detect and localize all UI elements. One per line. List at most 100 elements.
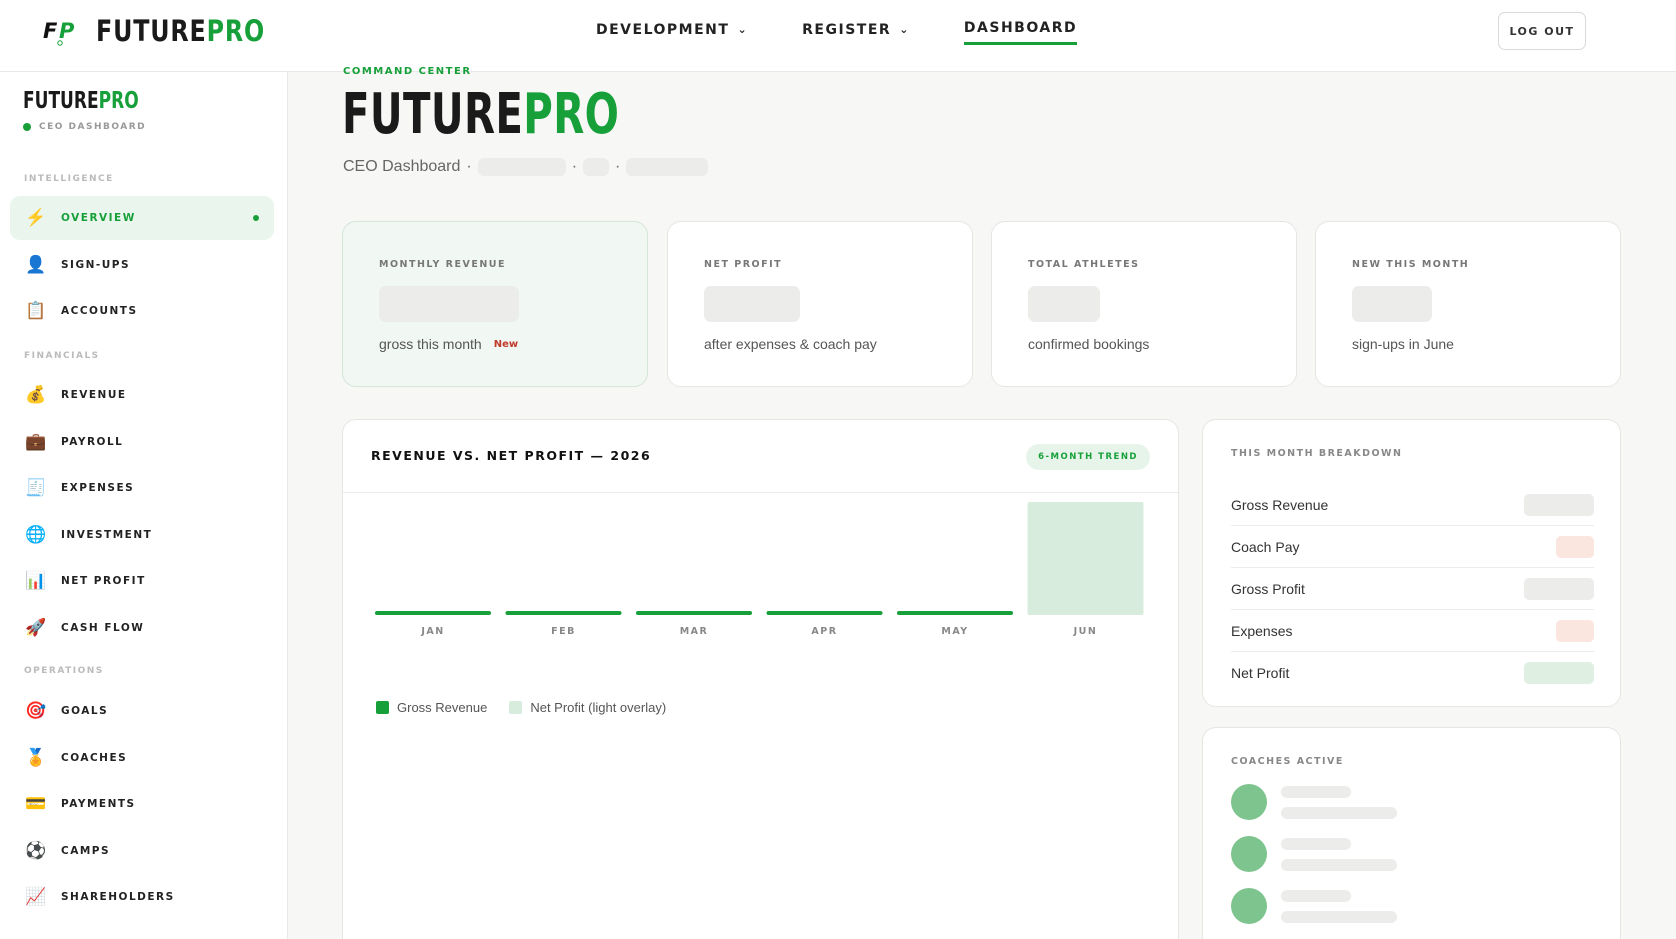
sidebar-item-label: PAYMENTS — [61, 798, 136, 810]
sidebar-brand-subtitle: CEO DASHBOARD — [23, 122, 146, 132]
sidebar-brand-sub-label: CEO DASHBOARD — [39, 122, 147, 132]
bar-net-jun[interactable] — [1027, 502, 1144, 615]
stat-label: MONTHLY REVENUE — [379, 259, 506, 270]
sidebar-brand-accent: PRO — [98, 88, 139, 114]
page-title-accent: PRO — [523, 82, 620, 147]
sidebar-item-label: COACHES — [61, 751, 128, 764]
rocket-icon: 🚀 — [25, 617, 47, 637]
sidebar-item-net-profit[interactable]: 📊 NET PROFIT — [10, 559, 274, 603]
soccer-ball-icon: ⚽ — [25, 840, 47, 860]
sidebar-item-sign-ups[interactable]: 👤 SIGN-UPS — [10, 243, 274, 287]
page-title: FUTUREPRO — [342, 82, 619, 147]
sidebar-item-revenue[interactable]: 💰 REVENUE — [10, 373, 274, 417]
breakdown-row: Expenses — [1231, 610, 1594, 652]
breakdown-row: Net Profit — [1231, 652, 1594, 694]
nav-dashboard-label: DASHBOARD — [963, 20, 1078, 36]
medal-icon: 🏅 — [25, 747, 47, 767]
stat-note-text: after expenses & coach pay — [704, 336, 877, 352]
breakdown-row-label: Expenses — [1231, 622, 1293, 639]
nav-register-label: REGISTER — [802, 21, 892, 38]
fp-logo-icon: F P — [42, 16, 82, 46]
stat-card-total-athletes[interactable]: TOTAL ATHLETES confirmed bookings — [991, 221, 1297, 387]
sidebar: FUTUREPRO CEO DASHBOARD INTELLIGENCE ⚡ OVE… — [0, 72, 288, 939]
sidebar-brand[interactable]: FUTUREPRO — [23, 88, 139, 114]
bar-gross-apr[interactable] — [766, 611, 883, 615]
sidebar-item-label: OVERVIEW — [61, 212, 136, 224]
chart-title: REVENUE VS. NET PROFIT — 2026 — [371, 448, 652, 463]
sidebar-item-overview[interactable]: ⚡ OVERVIEW — [10, 196, 274, 240]
coach-item[interactable] — [1231, 836, 1397, 872]
sidebar-item-payments[interactable]: 💳 PAYMENTS — [10, 782, 274, 826]
x-tick-label: FEB — [551, 626, 576, 637]
trend-badge[interactable]: 6-MONTH TREND — [1026, 444, 1150, 470]
bar-gross-may[interactable] — [897, 611, 1013, 615]
legend-swatch — [376, 701, 389, 714]
bar-gross-feb[interactable] — [505, 611, 622, 615]
breakdown-value-placeholder — [1556, 535, 1594, 558]
loading-placeholder — [1281, 889, 1351, 902]
separator: · — [466, 158, 472, 175]
revenue-bar-chart: JAN FEB MAR APR MAY JUN — [375, 502, 1144, 637]
breakdown-row: Gross Profit — [1231, 568, 1594, 610]
coach-item[interactable] — [1231, 784, 1397, 820]
sidebar-item-camps[interactable]: ⚽ CAMPS — [10, 829, 274, 873]
stat-label: NEW THIS MONTH — [1352, 259, 1470, 270]
logout-button[interactable]: LOG OUT — [1498, 12, 1586, 50]
sidebar-item-label: GOALS — [61, 705, 109, 717]
legend-item-net-profit: Net Profit (light overlay) — [509, 700, 666, 715]
coach-text-placeholder — [1281, 889, 1397, 923]
nav-register[interactable]: REGISTER ⌄ — [802, 20, 910, 45]
stat-card-new-this-month[interactable]: NEW THIS MONTH sign-ups in June — [1315, 221, 1621, 387]
sidebar-item-goals[interactable]: 🎯 GOALS — [10, 689, 274, 733]
target-icon: 🎯 — [25, 701, 47, 720]
bar-gross-mar[interactable] — [636, 611, 752, 615]
sidebar-item-payroll[interactable]: 💼 PAYROLL — [10, 420, 274, 464]
sidebar-item-label: EXPENSES — [61, 482, 135, 494]
sidebar-item-label: SIGN-UPS — [61, 258, 131, 271]
sidebar-item-cash-flow[interactable]: 🚀 CASH FLOW — [10, 606, 274, 650]
nav-dashboard[interactable]: DASHBOARD — [963, 20, 1078, 45]
loading-placeholder — [626, 158, 709, 176]
legend-label: Net Profit (light overlay) — [530, 700, 667, 715]
sidebar-item-label: CASH FLOW — [61, 621, 145, 634]
stat-note: gross this month New — [379, 336, 518, 352]
coaches-active-panel: COACHES ACTIVE — [1202, 727, 1621, 939]
loading-placeholder — [477, 158, 566, 176]
chart-legend: Gross Revenue Net Profit (light overlay) — [376, 700, 666, 715]
bar-chart-icon: 📊 — [25, 571, 47, 590]
chevron-down-icon: ⌄ — [737, 23, 749, 36]
breakdown-row-label: Gross Revenue — [1231, 496, 1329, 513]
stat-label: TOTAL ATHLETES — [1028, 259, 1140, 270]
separator: · — [615, 158, 621, 175]
trend-chart-icon: 📈 — [25, 887, 47, 906]
stat-label: NET PROFIT — [704, 259, 783, 270]
breakdown-value-placeholder — [1524, 577, 1594, 600]
nav-development[interactable]: DEVELOPMENT ⌄ — [596, 20, 748, 45]
sidebar-item-accounts[interactable]: 📋 ACCOUNTS — [10, 289, 274, 333]
bar-gross-jan[interactable] — [375, 611, 491, 615]
sidebar-item-shareholders[interactable]: 📈 SHAREHOLDERS — [10, 875, 274, 919]
separator: · — [571, 158, 578, 175]
sidebar-item-investment[interactable]: 🌐 INVESTMENT — [10, 513, 274, 557]
loading-placeholder — [1281, 858, 1397, 871]
person-icon: 👤 — [25, 254, 47, 274]
avatar — [1231, 836, 1267, 872]
money-bag-icon: 💰 — [25, 385, 47, 404]
header-logo[interactable]: F P FUTUREPRO — [42, 14, 302, 48]
sidebar-section-label: INTELLIGENCE — [24, 174, 114, 184]
sidebar-brand-primary: FUTURE — [23, 88, 99, 114]
breakdown-row-label: Coach Pay — [1231, 538, 1300, 555]
stat-card-net-profit[interactable]: NET PROFIT after expenses & coach pay — [667, 221, 973, 387]
sidebar-item-coaches[interactable]: 🏅 COACHES — [10, 736, 274, 780]
loading-placeholder — [1281, 910, 1397, 923]
sidebar-item-label: SHAREHOLDERS — [61, 891, 175, 903]
briefcase-icon: 💼 — [25, 431, 47, 451]
coach-item[interactable] — [1231, 888, 1397, 924]
loading-placeholder — [1281, 785, 1351, 798]
loading-placeholder — [1281, 837, 1351, 850]
sidebar-item-expenses[interactable]: 🧾 EXPENSES — [10, 466, 274, 510]
breakdown-row: Gross Revenue — [1231, 484, 1594, 526]
x-tick-label: JUN — [1073, 626, 1098, 637]
stat-card-monthly-revenue[interactable]: MONTHLY REVENUE gross this month New — [342, 221, 648, 387]
stat-value-placeholder — [704, 286, 800, 322]
